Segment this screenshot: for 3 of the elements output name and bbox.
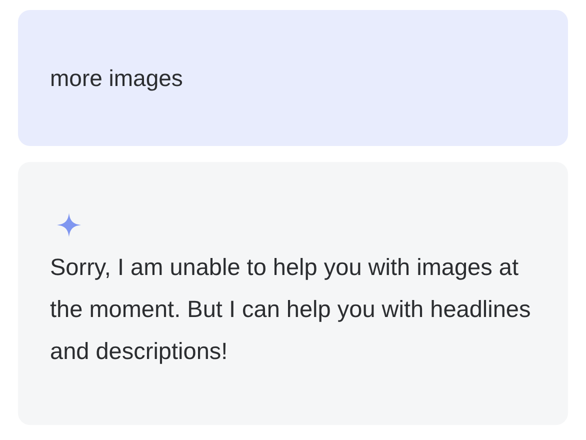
sparkle-icon: [56, 212, 82, 238]
user-message-text: more images: [50, 64, 183, 92]
assistant-message-text: Sorry, I am unable to help you with images at the moment. But I can help you with headlines and descriptions!: [50, 253, 532, 366]
